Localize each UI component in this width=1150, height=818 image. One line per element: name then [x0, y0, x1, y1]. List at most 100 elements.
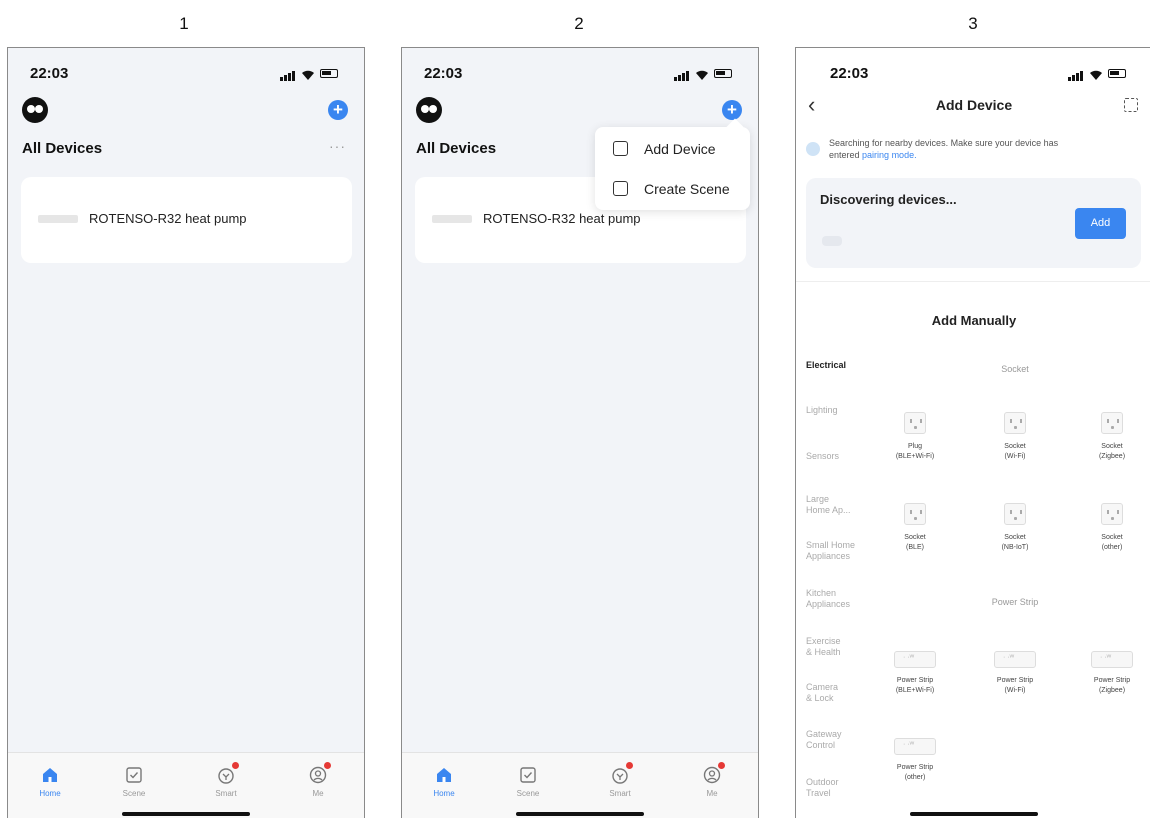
status-icons [1068, 67, 1128, 81]
status-bar: 22:03 [402, 65, 758, 85]
tab-home[interactable]: Home [25, 765, 75, 798]
tab-smart[interactable]: Smart [595, 762, 645, 798]
search-notice-text: Searching for nearby devices. Make sure … [829, 138, 1059, 148]
add-menu-popup: Add Device Create Scene [595, 127, 750, 210]
section-power-strip-title: Power Strip [991, 597, 1039, 607]
device-thumbnail [38, 215, 78, 223]
power-strip-icon [1091, 651, 1133, 668]
power-strip-icon [894, 651, 936, 668]
category-lighting[interactable]: Lighting [806, 405, 838, 416]
wifi-icon [696, 70, 708, 80]
divider [796, 281, 1150, 282]
add-button[interactable]: + [328, 100, 348, 120]
scene-icon [126, 767, 142, 783]
notification-dot [626, 762, 633, 769]
device-card[interactable]: ROTENSO-R32 heat pump [21, 177, 352, 263]
status-time: 22:03 [830, 65, 869, 82]
power-strip-icon [994, 651, 1036, 668]
signal-icon [674, 71, 689, 81]
device-option-socket-nb-iot[interactable]: Socket (NB-IoT) [975, 503, 1055, 553]
signal-icon [1068, 71, 1083, 81]
battery-icon [714, 69, 732, 78]
category-camera-lock[interactable]: Camera & Lock [806, 682, 838, 704]
socket-icon [1101, 412, 1123, 434]
all-devices-title[interactable]: All Devices [416, 140, 496, 157]
device-name: ROTENSO-R32 heat pump [89, 211, 247, 226]
more-options-button[interactable]: ··· [329, 138, 346, 154]
tab-me[interactable]: Me [293, 762, 343, 798]
tab-me[interactable]: Me [687, 762, 737, 798]
power-strip-icon [894, 738, 936, 755]
socket-icon [904, 503, 926, 525]
wifi-icon [302, 70, 314, 80]
device-option-plug-ble-wifi[interactable]: Plug (BLE+Wi-Fi) [875, 412, 955, 462]
home-indicator [910, 812, 1038, 816]
device-option-socket-ble[interactable]: Socket (BLE) [875, 503, 955, 553]
wifi-icon [1090, 70, 1102, 80]
pairing-mode-link[interactable]: pairing mode. [862, 150, 917, 160]
search-notice-text-2: entered [829, 150, 860, 160]
status-icons [280, 67, 340, 81]
socket-icon [1004, 412, 1026, 434]
tab-home[interactable]: Home [419, 765, 469, 798]
category-kitchen-appliances[interactable]: Kitchen Appliances [806, 588, 850, 610]
tab-bar: Home Scene Smart Me [8, 752, 364, 818]
category-sensors[interactable]: Sensors [806, 451, 839, 462]
device-thumbnail [432, 215, 472, 223]
device-option-power-strip-ble-wifi[interactable]: Power Strip(BLE+Wi-Fi) [875, 651, 955, 696]
discovering-panel: Discovering devices... Add [806, 178, 1141, 268]
add-manually-title: Add Manually [931, 313, 1017, 328]
menu-item-create-scene[interactable]: Create Scene [595, 169, 750, 209]
phone-screen-home: 22:03 + All Devices ··· ROTENSO-R32 heat… [7, 47, 365, 818]
device-name: ROTENSO-R32 heat pump [483, 211, 641, 226]
device-option-power-strip-other[interactable]: Power Strip(other) [875, 738, 955, 783]
bluetooth-search-icon [806, 142, 820, 156]
notification-dot [232, 762, 239, 769]
category-outdoor-travel[interactable]: Outdoor Travel [806, 777, 839, 799]
home-indicator [122, 812, 250, 816]
device-option-power-strip-zigbee[interactable]: Power Strip(Zigbee) [1072, 651, 1150, 696]
notification-dot [718, 762, 725, 769]
discovering-label: Discovering devices... [820, 192, 957, 207]
search-notice: Searching for nearby devices. Make sure … [806, 136, 1142, 166]
tab-scene[interactable]: Scene [109, 765, 159, 798]
signal-icon [280, 71, 295, 81]
status-bar: 22:03 [8, 65, 364, 85]
device-option-power-strip-wifi[interactable]: Power Strip(Wi-Fi) [975, 651, 1055, 696]
battery-icon [1108, 69, 1126, 78]
tab-smart[interactable]: Smart [201, 762, 251, 798]
step-number-2: 2 [574, 14, 584, 33]
add-button[interactable]: + [722, 100, 742, 120]
create-scene-icon [613, 181, 628, 196]
scan-icon[interactable] [1124, 98, 1138, 112]
socket-icon [1101, 503, 1123, 525]
category-exercise-health[interactable]: Exercise & Health [806, 636, 841, 658]
device-option-socket-other[interactable]: Socket (other) [1072, 503, 1150, 553]
add-discovered-button[interactable]: Add [1075, 208, 1126, 239]
section-socket-title: Socket [1001, 364, 1029, 374]
home-indicator [516, 812, 644, 816]
all-devices-title[interactable]: All Devices [22, 140, 102, 157]
home-icon [43, 768, 57, 782]
category-large-home-appliances[interactable]: Large Home Ap... [806, 494, 851, 516]
menu-item-add-device[interactable]: Add Device [595, 129, 750, 169]
category-small-home-appliances[interactable]: Small Home Appliances [806, 540, 855, 562]
socket-icon [1004, 503, 1026, 525]
phone-screen-home-menu: 22:03 + All Devices ROTENSO-R32 heat pum… [401, 47, 759, 818]
device-option-socket-zigbee[interactable]: Socket (Zigbee) [1072, 412, 1150, 462]
home-avatar-icon[interactable] [416, 97, 442, 123]
scene-icon [520, 767, 536, 783]
tab-scene[interactable]: Scene [503, 765, 553, 798]
category-gateway-control[interactable]: Gateway Control [806, 729, 842, 751]
add-device-icon [613, 141, 628, 156]
home-icon [437, 768, 451, 782]
status-time: 22:03 [30, 65, 69, 82]
home-avatar-icon[interactable] [22, 97, 48, 123]
discovered-device-thumbnail [822, 236, 842, 246]
status-bar: 22:03 [796, 65, 1150, 85]
device-option-socket-wifi[interactable]: Socket (Wi-Fi) [975, 412, 1055, 462]
tab-bar: Home Scene Smart Me [402, 752, 758, 818]
status-time: 22:03 [424, 65, 463, 82]
category-electrical[interactable]: Electrical [806, 360, 846, 371]
phone-screen-add-device: 22:03 ‹ Add Device Searching for nearby … [795, 47, 1150, 818]
